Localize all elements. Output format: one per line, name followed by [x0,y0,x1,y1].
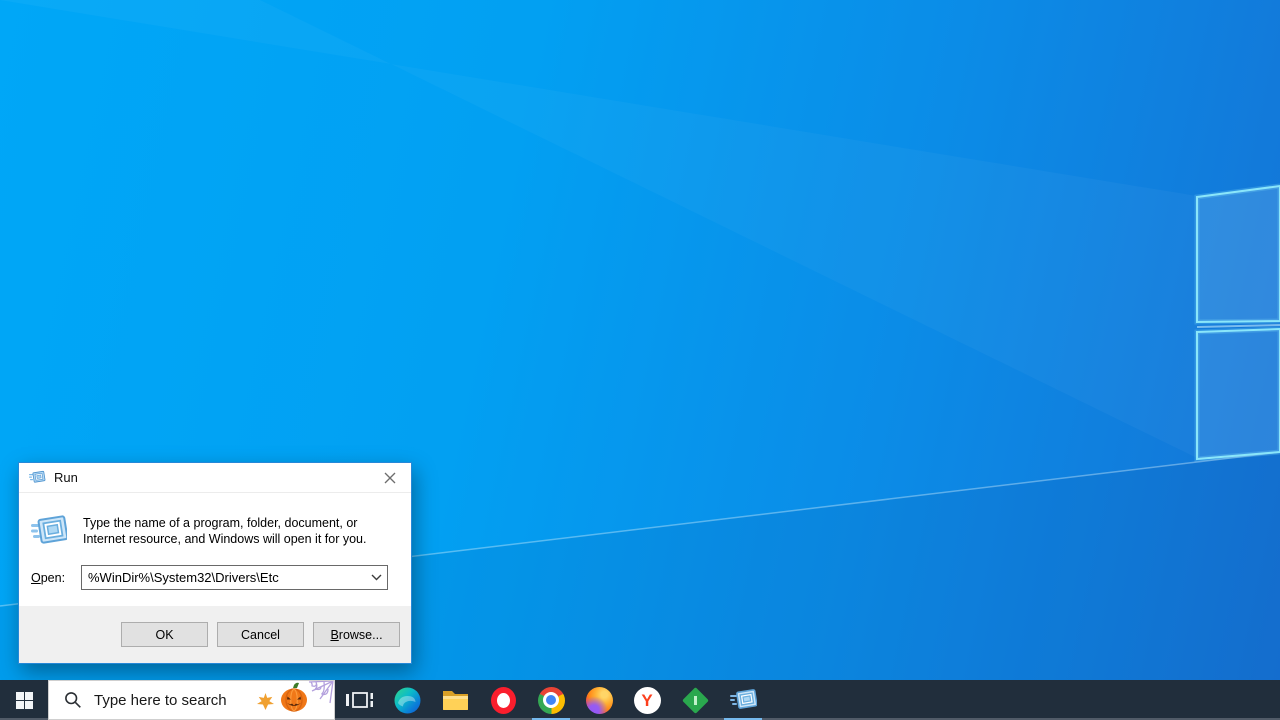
open-label: Open: [31,570,66,585]
chrome-icon [537,686,565,714]
taskbar: Y [0,680,1280,720]
opera-icon [490,686,516,714]
dialog-title: Run [54,470,78,485]
run-dialog-titlebar[interactable]: Run [19,463,411,493]
taskbar-app-edge[interactable] [383,680,431,720]
dialog-body: Type the name of a program, folder, docu… [19,493,411,606]
windows-start-icon [15,691,33,709]
taskbar-search[interactable] [48,680,335,720]
browse-button[interactable]: Browse... [313,622,400,647]
taskbar-app-run[interactable] [719,680,767,720]
dialog-description: Type the name of a program, folder, docu… [83,516,367,546]
autumn-leaf-icon [257,693,274,715]
search-input[interactable] [92,690,246,710]
close-button[interactable] [369,463,411,492]
taskbar-app-green-diamond[interactable] [671,680,719,720]
run-flying-window-icon [31,515,67,544]
ok-button[interactable]: OK [121,622,208,647]
file-explorer-icon [442,690,468,710]
combobox-dropdown-button[interactable] [365,566,387,589]
taskbar-app-file-explorer[interactable] [431,680,479,720]
search-icon [64,691,82,709]
microsoft-edge-icon [394,687,420,713]
taskbar-app-firefox[interactable] [575,680,623,720]
run-taskbar-icon [729,689,757,709]
firefox-icon [585,686,613,714]
taskbar-app-yandex[interactable]: Y [623,680,671,720]
yandex-browser-icon: Y [633,686,661,714]
pumpkin-icon [278,681,310,718]
taskbar-app-opera[interactable] [479,680,527,720]
spiderweb-icon [308,680,334,709]
close-icon [384,472,396,483]
green-diamond-app-icon [681,686,709,714]
task-view-button[interactable] [335,680,383,720]
open-combobox [81,565,388,590]
task-view-icon [345,692,373,708]
taskbar-app-chrome[interactable] [527,680,575,720]
dialog-footer: OK Cancel Browse... [19,606,411,663]
chevron-down-icon [371,574,381,581]
start-button[interactable] [0,680,48,720]
cancel-button[interactable]: Cancel [217,622,304,647]
run-dialog: Run Type the name of a program, folder, … [18,462,412,664]
open-input[interactable] [82,567,365,588]
run-icon [29,470,46,483]
